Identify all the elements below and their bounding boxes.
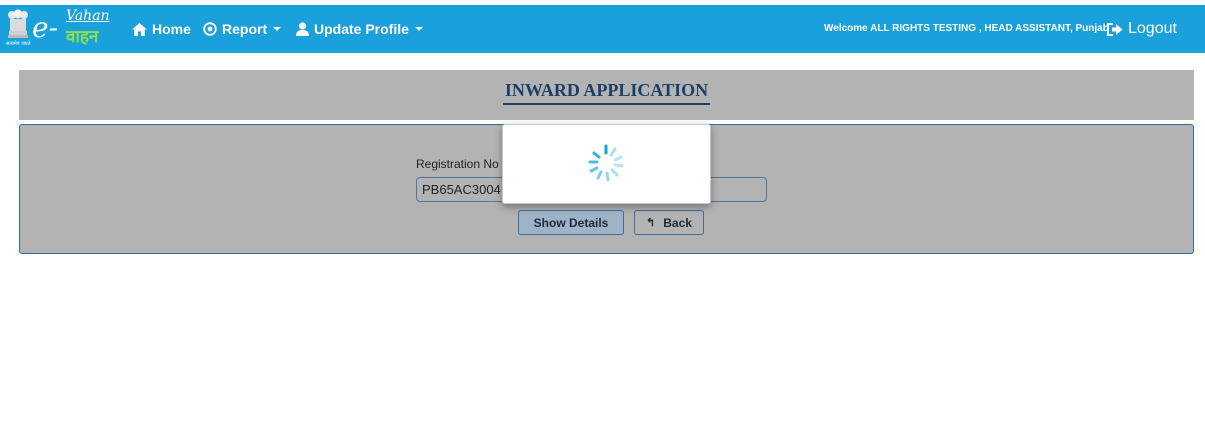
nav-report-label: Report — [222, 21, 268, 37]
back-label: Back — [663, 215, 692, 230]
logo-e-text: e- — [32, 11, 59, 44]
emblem-caption: सत्यमेव जयते — [6, 41, 31, 47]
emblem-icon — [8, 9, 28, 38]
nav-home-link[interactable]: Home — [132, 21, 191, 37]
spinner-icon — [588, 144, 624, 182]
logout-button[interactable]: Logout — [1106, 5, 1177, 53]
logo-vahan-hindi: वाहन — [66, 27, 99, 47]
page-title: INWARD APPLICATION — [19, 80, 1194, 105]
chevron-down-icon — [414, 27, 423, 31]
logout-label: Logout — [1128, 20, 1177, 37]
registration-label: Registration No — [416, 157, 499, 171]
chevron-down-icon — [273, 27, 282, 31]
title-panel: INWARD APPLICATION — [19, 70, 1194, 120]
nav-update-profile-label: Update Profile — [314, 21, 409, 37]
user-icon — [296, 22, 309, 36]
nav-home-label: Home — [152, 21, 191, 37]
show-details-button[interactable]: Show Details — [518, 210, 624, 235]
page-title-text: INWARD APPLICATION — [502, 80, 711, 105]
nav-update-profile-link[interactable]: Update Profile — [296, 21, 423, 37]
nav-update-profile[interactable]: Update Profile — [296, 5, 423, 53]
nav-report-link[interactable]: Report — [203, 21, 282, 37]
logout-icon — [1107, 22, 1123, 36]
evahan-logo[interactable]: सत्यमेव जयते e- Vahan वाहन — [2, 7, 112, 49]
loading-dialog — [502, 124, 711, 204]
top-navbar: सत्यमेव जयते e- Vahan वाहन Home Report U… — [0, 5, 1205, 53]
welcome-text: Welcome ALL RIGHTS TESTING , HEAD ASSIST… — [824, 23, 1109, 34]
nav-report[interactable]: Report — [203, 5, 282, 53]
target-icon — [203, 22, 217, 36]
show-details-label: Show Details — [533, 215, 609, 230]
back-button[interactable]: ↰ Back — [634, 210, 704, 235]
logo-vahan: Vahan वाहन — [60, 8, 110, 48]
nav-home[interactable]: Home — [132, 5, 191, 53]
home-icon — [132, 22, 147, 36]
logo-vahan-text: Vahan — [66, 8, 110, 24]
back-arrow-icon: ↰ — [646, 217, 656, 229]
